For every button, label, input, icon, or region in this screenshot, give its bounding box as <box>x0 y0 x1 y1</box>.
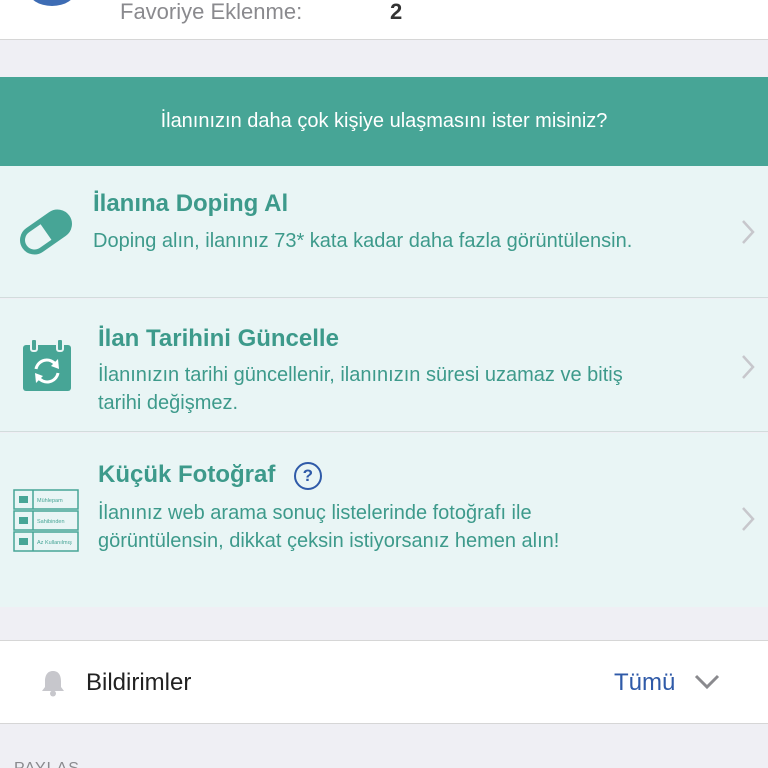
promo-header: İlanınızın daha çok kişiye ulaşmasını is… <box>0 77 768 166</box>
small-photo-title-wrap: Küçük Fotoğraf ? <box>98 461 322 492</box>
thumb-row-text: Mühlepam <box>37 498 63 504</box>
avatar <box>28 0 76 6</box>
doping-desc: Doping alın, ilanınız 73* kata kadar dah… <box>93 227 632 255</box>
pill-icon <box>20 209 72 255</box>
promo-header-text: İlanınızın daha çok kişiye ulaşmasını is… <box>160 110 608 132</box>
thumbnail-list-icon: Mühlepam Sahibinden Az Kullanılmış <box>13 489 79 552</box>
chevron-down-icon[interactable] <box>694 673 720 691</box>
chevron-right-icon <box>742 507 755 531</box>
small-photo-desc: İlanınız web arama sonuç listelerinde fo… <box>98 499 559 555</box>
thumb-row-text: Az Kullanılmış <box>37 540 72 546</box>
small-photo-desc-line: görüntülensin, dikkat çeksin istiyorsanı… <box>98 530 560 552</box>
chevron-right-icon <box>742 355 755 379</box>
favorites-label: Favoriye Eklenme: <box>120 0 303 24</box>
update-date-row[interactable]: İlan Tarihini Güncelle İlanınızın tarihi… <box>0 299 768 432</box>
stats-card: Favoriye Eklenme: 2 <box>0 0 768 40</box>
update-date-title: İlan Tarihini Güncelle <box>98 325 339 352</box>
bell-icon <box>42 671 64 697</box>
doping-title: İlanına Doping Al <box>93 190 289 217</box>
notifications-value[interactable]: Tümü <box>614 669 675 697</box>
small-photo-desc-line: İlanınız web arama sonuç listelerinde fo… <box>98 502 532 524</box>
small-photo-title: Küçük Fotoğraf <box>98 461 276 488</box>
update-date-desc-line: İlanınızın tarihi güncellenir, ilanınızı… <box>98 364 623 386</box>
notifications-row[interactable]: Bildirimler Tümü <box>0 640 768 724</box>
doping-row[interactable]: İlanına Doping Al Doping alın, ilanınız … <box>0 166 768 298</box>
favorites-count: 2 <box>390 0 403 24</box>
chevron-right-icon <box>742 220 755 244</box>
update-date-desc-line: tarihi değişmez. <box>98 392 239 414</box>
doping-desc-line: Doping alın, ilanınız 73* kata kadar dah… <box>93 230 633 252</box>
calendar-refresh-icon <box>23 339 71 391</box>
thumb-row-text: Sahibinden <box>37 519 65 525</box>
share-section-label: PAYLAŞ <box>14 760 80 768</box>
update-date-desc: İlanınızın tarihi güncellenir, ilanınızı… <box>98 361 623 417</box>
notifications-label: Bildirimler <box>86 669 192 696</box>
help-icon[interactable]: ? <box>293 461 322 490</box>
small-photo-row[interactable]: Mühlepam Sahibinden Az Kullanılmış Küçük… <box>0 433 768 607</box>
